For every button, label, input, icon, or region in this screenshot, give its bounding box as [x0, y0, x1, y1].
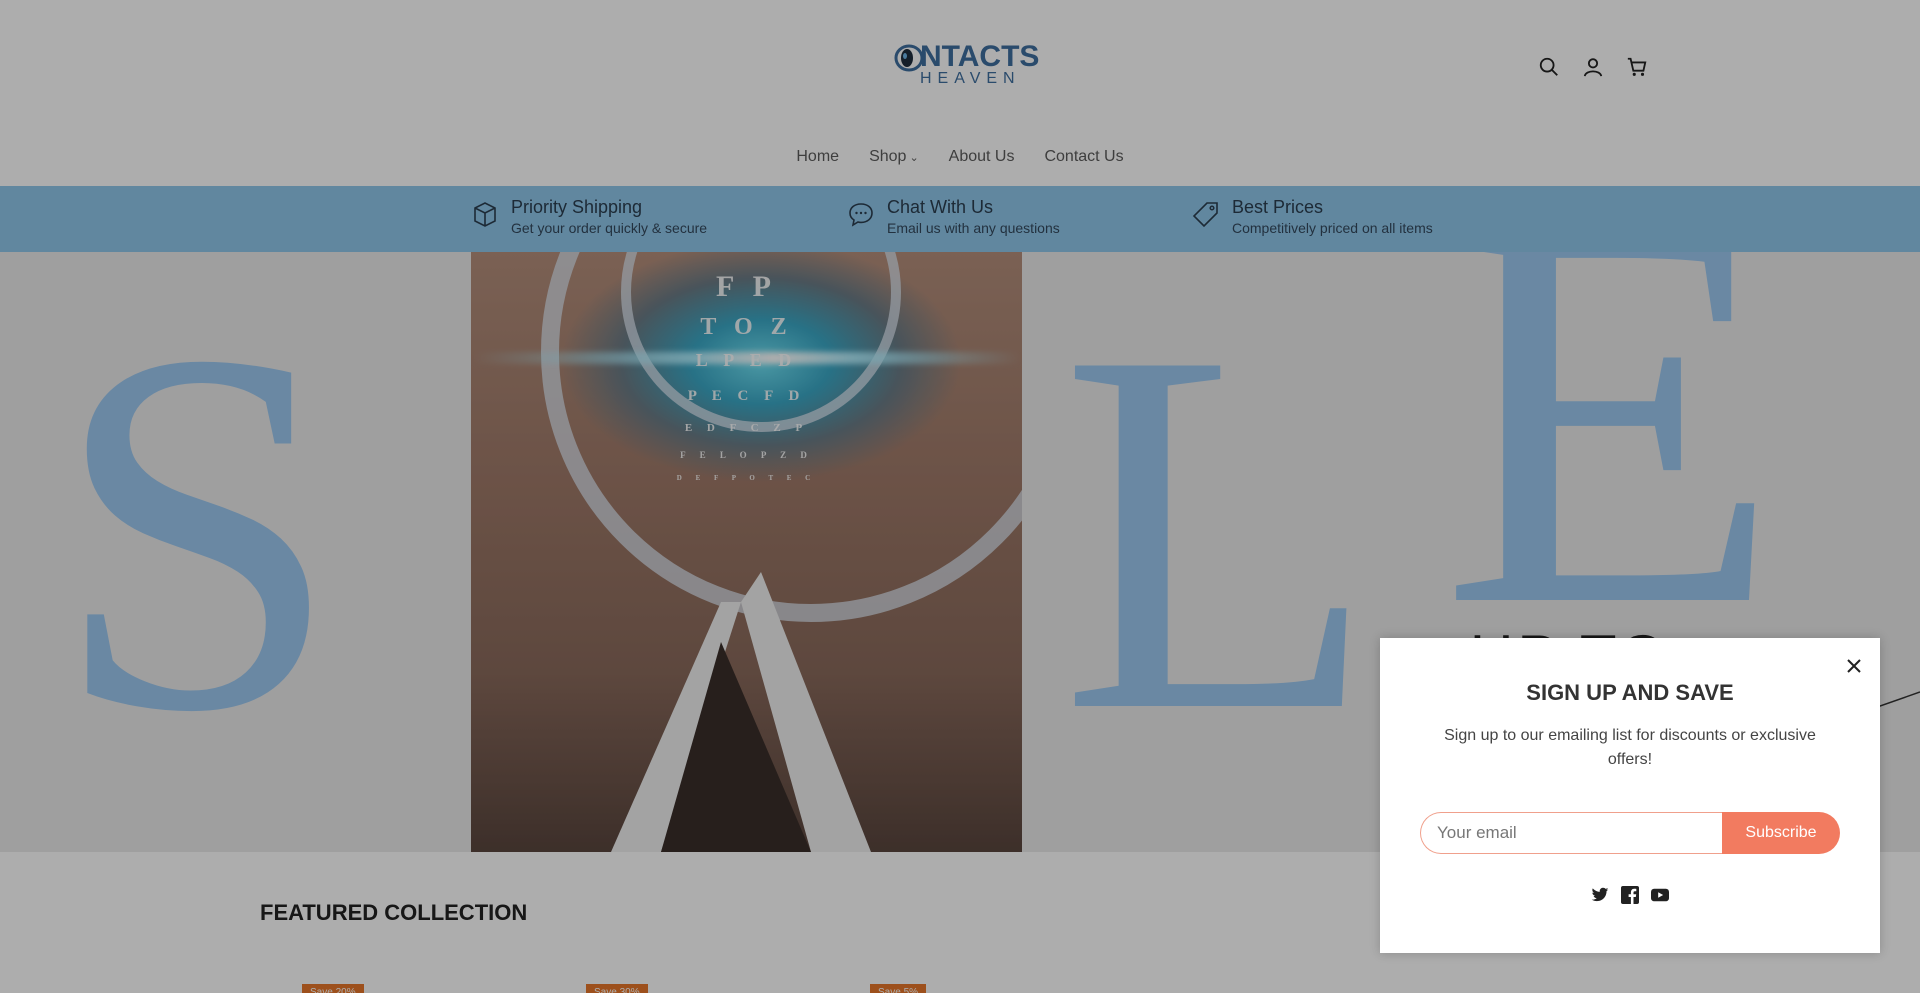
popup-title: SIGN UP AND SAVE [1526, 680, 1734, 705]
youtube-icon[interactable] [1651, 886, 1669, 904]
popup-description: Sign up to our emailing list for discoun… [1444, 727, 1816, 768]
social-links [1380, 886, 1880, 904]
email-input[interactable] [1420, 812, 1722, 854]
close-icon[interactable] [1842, 654, 1866, 678]
signup-popup: SIGN UP AND SAVE Sign up to our emailing… [1380, 638, 1880, 953]
twitter-icon[interactable] [1591, 886, 1609, 904]
subscribe-button[interactable]: Subscribe [1722, 812, 1840, 854]
facebook-icon[interactable] [1621, 886, 1639, 904]
signup-form: Subscribe [1420, 812, 1840, 854]
